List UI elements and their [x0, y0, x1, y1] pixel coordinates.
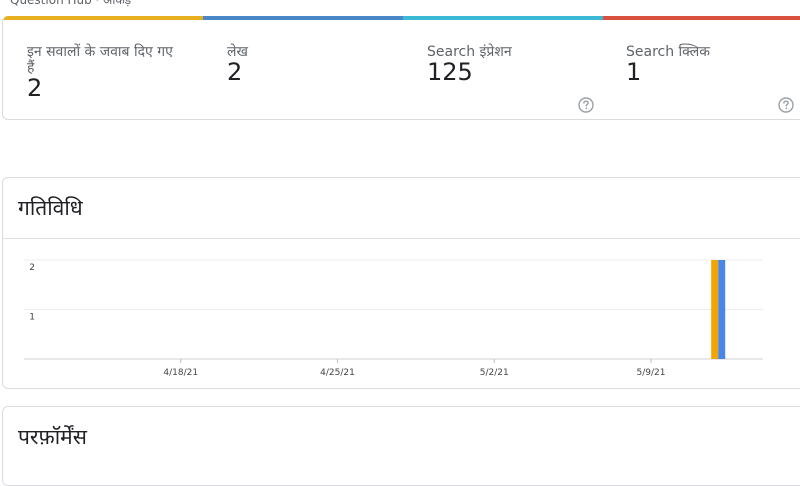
x-tick-label: 4/18/21	[163, 368, 198, 378]
activity-panel: गतिविधि 1 2 4/18/21 4/25/21 5/2/21 5/9/21	[2, 177, 800, 389]
help-circle-icon[interactable]	[778, 97, 794, 113]
stat-search-clicks: Search क्लिक 1	[626, 44, 776, 85]
stat-label: Search क्लिक	[626, 44, 711, 60]
x-tick-label: 5/9/21	[637, 368, 666, 378]
stat-label: इन सवालों के जवाब दिए गए हैं	[27, 44, 173, 76]
stat-questions-answered: इन सवालों के जवाब दिए गए हैं 2	[27, 44, 177, 101]
y-tick-label: 2	[29, 263, 35, 273]
x-tick-label: 4/25/21	[320, 368, 355, 378]
stats-card: इन सवालों के जवाब दिए गए हैं 2 लेख 2 Sea…	[2, 16, 800, 120]
stat-value: 2	[27, 74, 43, 102]
stat-value: 2	[227, 58, 243, 86]
stat-color-bar-4	[603, 16, 800, 20]
stat-color-bar-3	[403, 16, 603, 20]
performance-panel: परफ़ॉर्मेंस	[2, 406, 800, 486]
performance-title: परफ़ॉर्मेंस	[18, 425, 87, 449]
x-tick-label: 5/2/21	[480, 368, 509, 378]
stat-search-impressions: Search इंप्रेशन 125	[427, 44, 577, 85]
stat-value: 125	[427, 58, 473, 86]
stat-color-bar-2	[203, 16, 403, 20]
bar	[711, 260, 719, 359]
activity-chart: 1 2 4/18/21 4/25/21 5/2/21 5/9/21	[24, 259, 763, 378]
page-header-text: Question Hub · आँकड़े	[10, 0, 132, 7]
stat-label: लेख	[227, 44, 248, 60]
stat-color-bar-1	[3, 16, 203, 20]
help-circle-icon[interactable]	[578, 97, 594, 113]
stat-value: 1	[626, 58, 642, 86]
y-tick-label: 1	[29, 313, 35, 323]
stat-articles: लेख 2	[227, 44, 377, 85]
bar	[718, 260, 726, 359]
